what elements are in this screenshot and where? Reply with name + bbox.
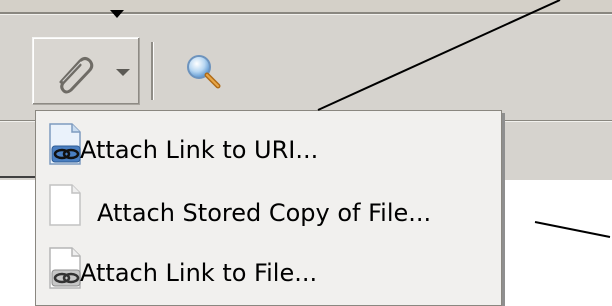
annotation-line xyxy=(317,0,561,111)
annotation-arrows xyxy=(110,0,611,238)
arrow-head xyxy=(110,10,124,18)
annotation-line xyxy=(534,221,611,238)
